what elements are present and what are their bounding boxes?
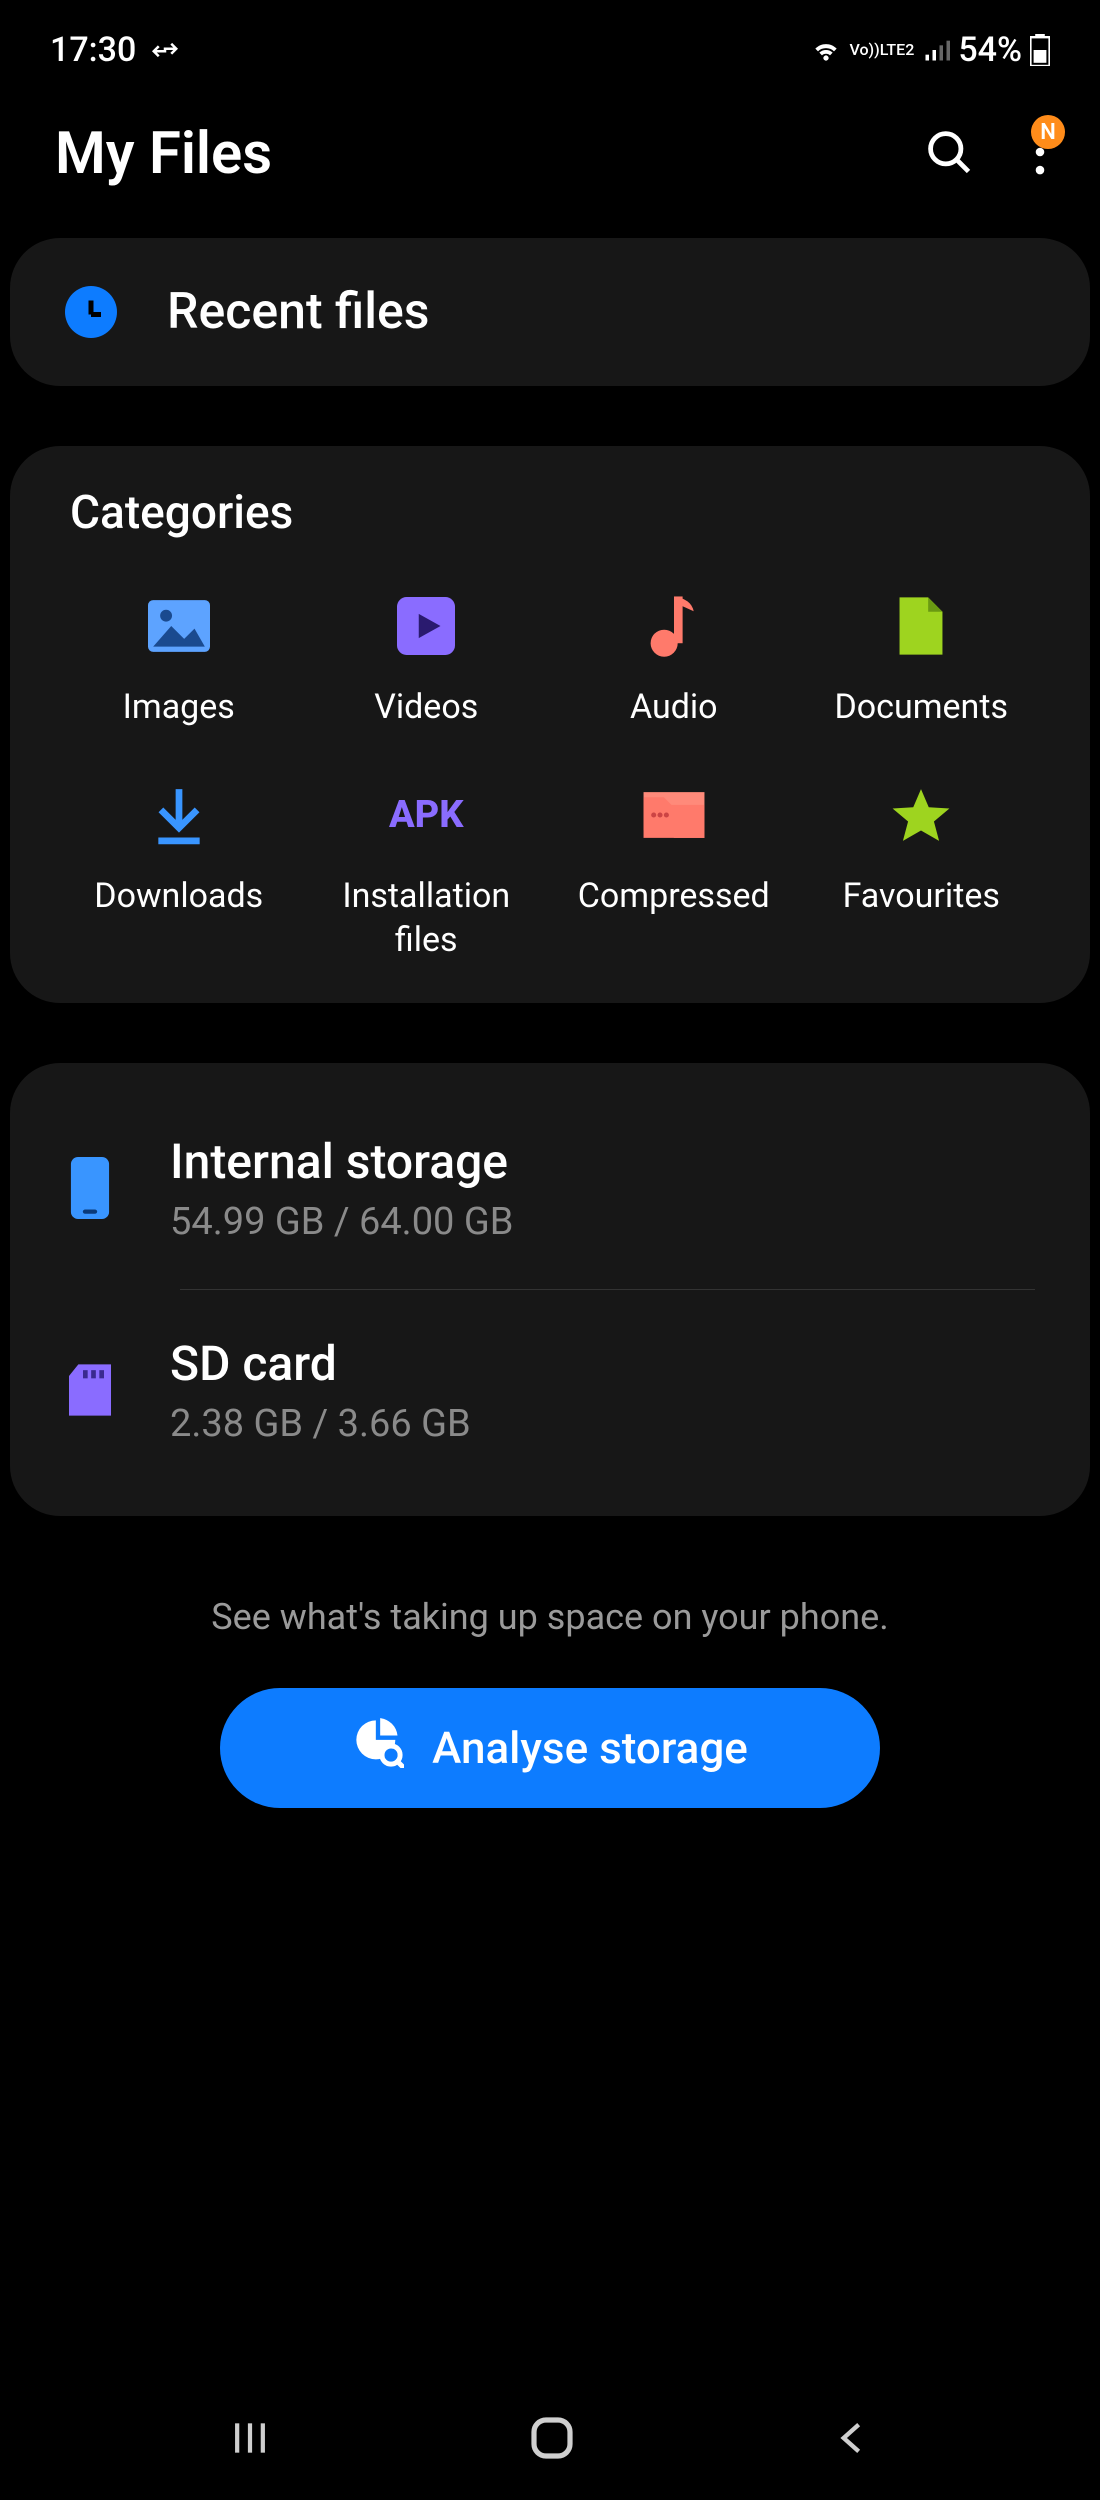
app-header: My Files N: [0, 90, 1100, 238]
category-label: Compressed: [578, 874, 770, 918]
storage-card: Internal storage 54.99 GB / 64.00 GB SD …: [10, 1063, 1090, 1516]
category-label: Downloads: [94, 874, 263, 918]
category-audio[interactable]: Audio: [555, 595, 793, 729]
audio-icon: [648, 595, 700, 657]
category-downloads[interactable]: Downloads: [60, 784, 298, 962]
category-label: Audio: [630, 685, 718, 729]
documents-icon: [896, 595, 946, 657]
analyse-storage-button[interactable]: Analyse storage: [220, 1688, 880, 1808]
storage-sdcard[interactable]: SD card 2.38 GB / 3.66 GB: [65, 1310, 1035, 1471]
favourites-icon: [888, 784, 954, 846]
phone-icon: [65, 1157, 115, 1219]
nav-back-button[interactable]: [832, 2416, 872, 2464]
recent-files-card[interactable]: Recent files: [10, 238, 1090, 386]
sdcard-icon: [65, 1362, 115, 1418]
category-installation-files[interactable]: APK Installation files: [308, 784, 546, 962]
categories-title: Categories: [60, 486, 1040, 540]
category-compressed[interactable]: Compressed: [555, 784, 793, 962]
category-documents[interactable]: Documents: [803, 595, 1041, 729]
status-time: 17:30: [50, 30, 136, 70]
storage-usage: 2.38 GB / 3.66 GB: [170, 1402, 1035, 1446]
nav-recents-button[interactable]: [228, 2416, 272, 2464]
back-icon: [832, 2416, 872, 2464]
category-label: Favourites: [843, 874, 1000, 918]
clock-icon: [65, 286, 117, 338]
category-label: Installation files: [308, 874, 546, 962]
category-images[interactable]: Images: [60, 595, 298, 729]
battery-percent: 54%: [958, 30, 1022, 70]
category-videos[interactable]: Videos: [308, 595, 546, 729]
category-label: Documents: [834, 685, 1008, 729]
battery-icon: [1030, 34, 1050, 66]
divider: [180, 1289, 1035, 1290]
volte-icon: Vo))LTE2: [850, 42, 915, 58]
categories-card: Categories Images Videos: [10, 446, 1090, 1003]
analyse-hint: See what's taking up space on your phone…: [0, 1596, 1100, 1638]
search-icon: [923, 126, 975, 182]
notification-badge: N: [1031, 115, 1065, 149]
images-icon: [148, 595, 210, 657]
page-title: My Files: [55, 120, 272, 188]
storage-usage: 54.99 GB / 64.00 GB: [170, 1200, 1035, 1244]
signal-icon: [922, 36, 950, 64]
wifi-icon: [810, 34, 842, 66]
category-label: Videos: [374, 685, 478, 729]
downloads-icon: [148, 784, 210, 846]
storage-title: SD card: [170, 1335, 1035, 1392]
pie-search-icon: [352, 1716, 404, 1779]
nav-home-button[interactable]: [528, 2414, 576, 2466]
data-sync-icon: [150, 35, 180, 65]
storage-title: Internal storage: [170, 1133, 1035, 1190]
category-favourites[interactable]: Favourites: [803, 784, 1041, 962]
search-button[interactable]: [923, 126, 975, 182]
compressed-icon: [641, 784, 707, 846]
more-options-button[interactable]: N: [1035, 129, 1045, 179]
recent-files-label: Recent files: [167, 283, 430, 341]
analyse-button-label: Analyse storage: [432, 1722, 748, 1774]
status-bar: 17:30 Vo))LTE2 54%: [0, 0, 1100, 90]
recents-icon: [228, 2416, 272, 2464]
home-icon: [528, 2414, 576, 2466]
category-label: Images: [123, 685, 235, 729]
videos-icon: [397, 595, 455, 657]
apk-icon: APK: [389, 784, 464, 846]
system-nav-bar: [0, 2380, 1100, 2500]
storage-internal[interactable]: Internal storage 54.99 GB / 64.00 GB: [65, 1108, 1035, 1269]
